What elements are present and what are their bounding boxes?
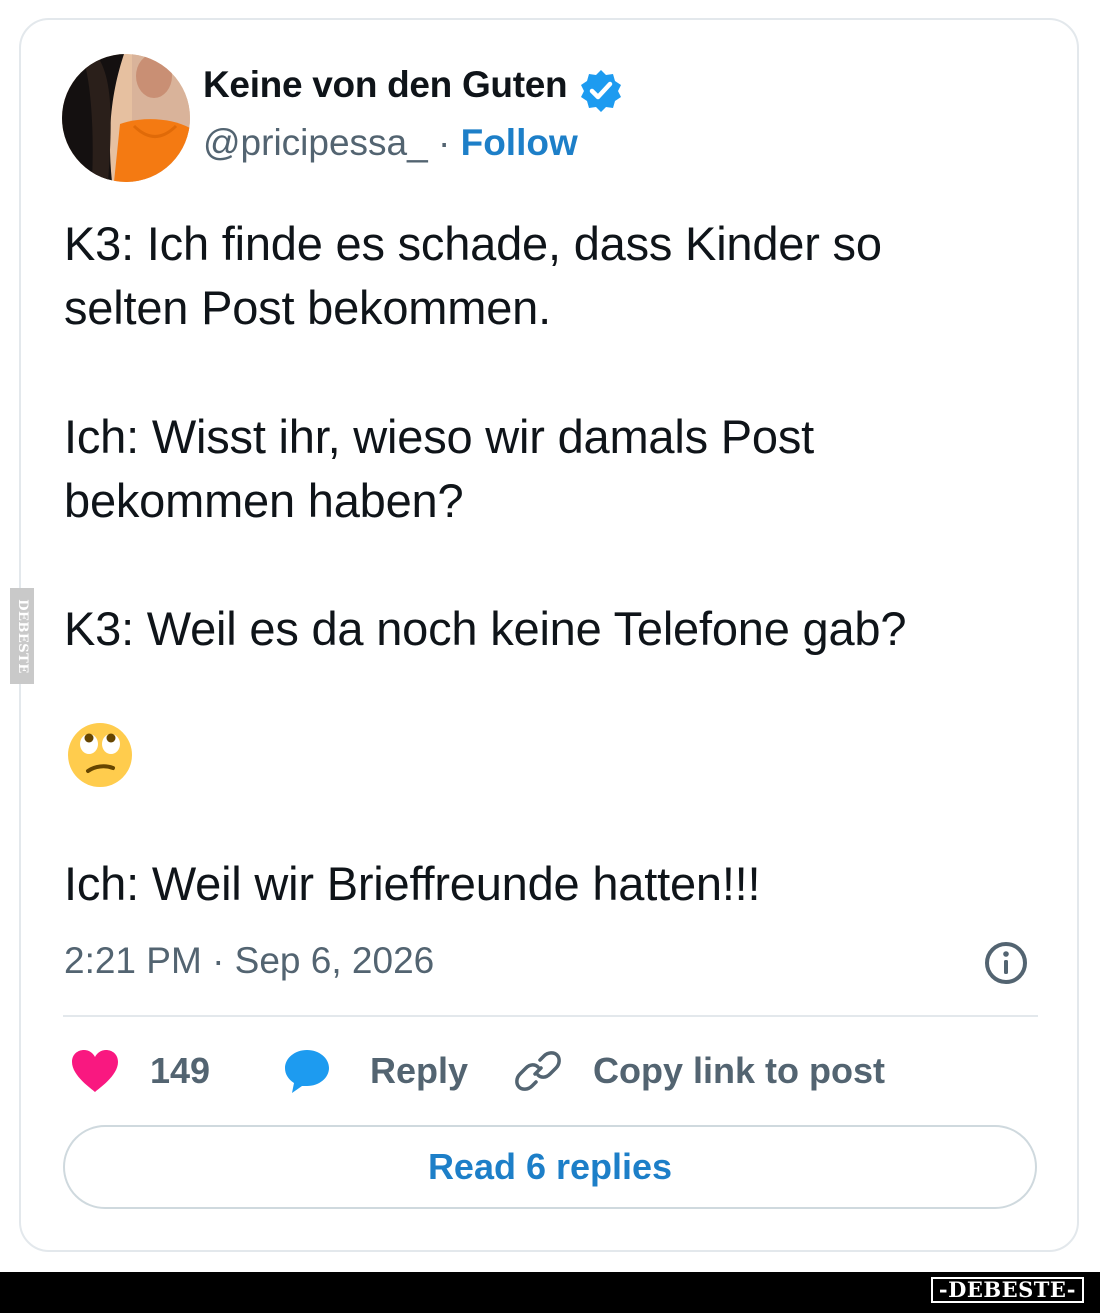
reply-label: Reply — [370, 1050, 469, 1091]
reply-button[interactable]: Reply — [282, 1043, 468, 1099]
tweet-text-line: Ich: Wisst ihr, wieso wir damals Post — [64, 410, 815, 463]
bottom-watermark-bar: -DEBESTE- — [0, 1272, 1100, 1313]
read-replies-label: Read 6 replies — [427, 1146, 673, 1187]
tweet-timestamp[interactable]: 2:21 PM · Sep 6, 2026 — [64, 940, 434, 982]
page: Keine von den Guten @pricipessa_ · Follo… — [0, 0, 1100, 1313]
info-icon[interactable] — [983, 940, 1029, 986]
divider — [63, 1015, 1038, 1017]
tweet-text-line: selten Post bekommen. — [64, 281, 551, 334]
side-watermark-text: DEBESTE — [14, 598, 30, 674]
reply-bubble-icon — [285, 1050, 329, 1093]
tweet-text-line: bekommen haben? — [64, 474, 464, 527]
verified-badge-icon — [578, 68, 624, 114]
tweet-text-line: K3: Ich finde es schade, dass Kinder so — [64, 217, 882, 270]
tweet-text-line: Ich: Weil wir Brieffreunde hatten!!! — [64, 857, 761, 910]
tweet-text-line: K3: Weil es da noch keine Telefone gab? — [64, 602, 907, 655]
author-display-name[interactable]: Keine von den Guten — [203, 64, 568, 106]
follow-button[interactable]: Follow — [461, 122, 578, 163]
author-handle[interactable]: @pricipessa_ — [203, 122, 428, 163]
face-with-rolling-eyes-icon — [67, 722, 133, 788]
handle-separator: · — [438, 122, 451, 163]
author-handle-row: @pricipessa_ · Follow — [203, 122, 578, 164]
link-icon — [515, 1051, 561, 1091]
read-replies-button[interactable]: Read 6 replies — [63, 1125, 1037, 1209]
like-button[interactable]: 149 — [70, 1043, 210, 1099]
author-avatar[interactable] — [62, 54, 190, 182]
heart-icon — [72, 1050, 118, 1092]
brand-watermark: -DEBESTE- — [930, 1277, 1084, 1303]
like-count: 149 — [150, 1050, 211, 1091]
copy-link-button[interactable]: Copy link to post — [513, 1043, 885, 1099]
side-watermark: DEBESTE — [10, 588, 34, 684]
copy-link-label: Copy link to post — [593, 1050, 885, 1091]
